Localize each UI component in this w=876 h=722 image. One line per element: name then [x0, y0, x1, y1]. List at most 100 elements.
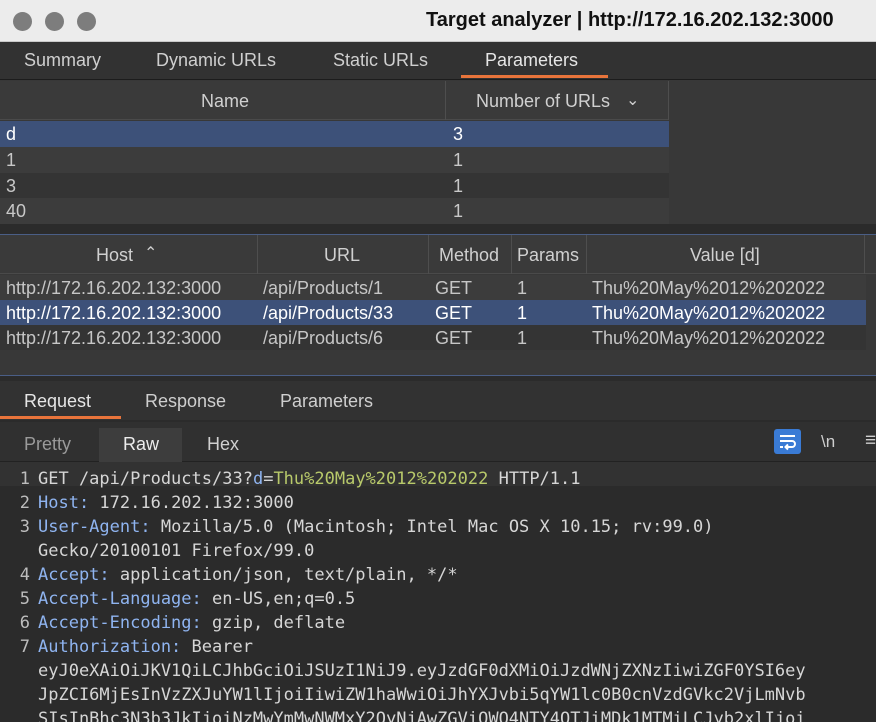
- header-line-wrapped: eyJ0eXAiOiJKV1QiLCJhbGciOiJSUzI1NiJ9.eyJ…: [38, 661, 806, 681]
- column-divider[interactable]: [257, 235, 258, 274]
- tab-dynamic-urls[interactable]: Dynamic URLs: [156, 50, 276, 71]
- column-divider[interactable]: [445, 81, 446, 120]
- detail-tab-bar: Request Response Parameters: [0, 381, 876, 420]
- table-row[interactable]: http://172.16.202.132:3000 /api/Products…: [0, 300, 866, 325]
- column-header-number-of-urls[interactable]: Number of URLs: [476, 91, 610, 112]
- column-header-method[interactable]: Method: [439, 245, 499, 266]
- line-number: 2: [19, 493, 30, 513]
- params-cell: 1: [517, 303, 528, 323]
- header-name: Host:: [38, 493, 90, 513]
- header-name: Accept:: [38, 565, 110, 585]
- param-name-cell: 3: [6, 176, 17, 196]
- method-cell: GET: [435, 328, 473, 348]
- param-name-cell: d: [6, 124, 17, 144]
- window-titlebar: Target analyzer | http://172.16.202.132:…: [0, 0, 876, 42]
- tab-raw[interactable]: Raw: [123, 434, 159, 455]
- wrap-lines-toggle[interactable]: [774, 429, 801, 454]
- line-number: 1: [19, 469, 30, 489]
- column-header-name[interactable]: Name: [201, 91, 249, 112]
- column-divider[interactable]: [428, 235, 429, 274]
- params-cell: 1: [517, 328, 528, 348]
- tab-parameters[interactable]: Parameters: [485, 50, 578, 71]
- active-tab-indicator: [0, 416, 121, 419]
- zoom-window-button[interactable]: [77, 12, 96, 31]
- header-line-wrapped: Gecko/20100101 Firefox/99.0: [38, 541, 315, 561]
- line-number: 5: [19, 589, 30, 609]
- column-header-host[interactable]: Host: [96, 245, 133, 266]
- header-value: application/json, text/plain, */*: [109, 565, 458, 585]
- line-number: 3: [19, 517, 30, 537]
- table-row[interactable]: d 3: [0, 121, 669, 147]
- column-header-params[interactable]: Params: [517, 245, 579, 266]
- header-name: Authorization:: [38, 637, 182, 657]
- host-cell: http://172.16.202.132:3000: [6, 328, 222, 348]
- column-divider: [668, 81, 669, 120]
- parameters-table-header: Name Number of URLs ⌄: [0, 81, 669, 120]
- chevron-up-icon: ⌃: [144, 245, 158, 262]
- request-editor[interactable]: 1 GET /api/Products/33?d=Thu%20May%2012%…: [0, 462, 876, 722]
- param-name-cell: 40: [6, 201, 27, 221]
- window-title: Target analyzer | http://172.16.202.132:…: [426, 9, 834, 31]
- param-count-cell: 1: [453, 176, 464, 196]
- param-count-cell: 1: [453, 150, 464, 170]
- split-pane-divider[interactable]: [0, 224, 876, 234]
- chevron-down-icon: ⌄: [626, 92, 640, 109]
- tab-response[interactable]: Response: [145, 391, 226, 412]
- header-line: User-Agent: Mozilla/5.0 (Macintosh; Inte…: [38, 517, 714, 537]
- tab-pretty[interactable]: Pretty: [24, 434, 71, 455]
- line-number: 4: [19, 565, 30, 585]
- header-line: Accept-Language: en-US,en;q=0.5: [38, 589, 355, 609]
- table-row[interactable]: http://172.16.202.132:3000 /api/Products…: [0, 275, 866, 300]
- method-cell: GET: [435, 278, 473, 298]
- header-line: Accept: application/json, text/plain, */…: [38, 565, 458, 585]
- param-count-cell: 1: [453, 201, 464, 221]
- tab-request[interactable]: Request: [24, 391, 91, 412]
- url-cell: /api/Products/33: [263, 303, 394, 323]
- header-name: Accept-Language:: [38, 589, 202, 609]
- params-cell: 1: [517, 278, 528, 298]
- table-row[interactable]: 40 1: [0, 198, 669, 224]
- host-cell: http://172.16.202.132:3000: [6, 303, 222, 323]
- host-cell: http://172.16.202.132:3000: [6, 278, 222, 298]
- tab-static-urls[interactable]: Static URLs: [333, 50, 428, 71]
- header-value: en-US,en;q=0.5: [201, 589, 356, 609]
- menu-icon[interactable]: ≡: [865, 430, 876, 452]
- urls-table: Host ⌃ URL Method Params Value [d] http:…: [0, 234, 876, 376]
- value-cell: Thu%20May%2012%202022: [592, 303, 826, 323]
- top-tab-bar: Summary Dynamic URLs Static URLs Paramet…: [0, 42, 876, 80]
- column-divider[interactable]: [864, 235, 865, 274]
- tab-summary[interactable]: Summary: [24, 50, 101, 71]
- header-value: gzip, deflate: [201, 613, 346, 633]
- header-line: Accept-Encoding: gzip, deflate: [38, 613, 345, 633]
- wrap-lines-icon: [780, 435, 796, 451]
- header-value: Bearer: [181, 637, 253, 657]
- minimize-window-button[interactable]: [45, 12, 64, 31]
- url-cell: /api/Products/6: [263, 328, 384, 348]
- request-method-path: GET /api/Products/33?: [38, 469, 253, 489]
- column-header-value[interactable]: Value [d]: [690, 245, 760, 266]
- query-equals: =: [263, 469, 274, 489]
- tab-parameters-detail[interactable]: Parameters: [280, 391, 373, 412]
- table-row[interactable]: 1 1: [0, 147, 669, 173]
- urls-table-header: Host ⌃ URL Method Params Value [d]: [0, 235, 876, 274]
- line-number: 6: [19, 613, 30, 633]
- table-row[interactable]: http://172.16.202.132:3000 /api/Products…: [0, 325, 866, 350]
- table-row[interactable]: 3 1: [0, 173, 669, 199]
- line-number: 7: [19, 637, 30, 657]
- header-line-wrapped: SIsInBhc3N3b3JkIjoiNzMwYmMwNWMxY2QyNjAwZ…: [38, 709, 806, 722]
- close-window-button[interactable]: [13, 12, 32, 31]
- column-header-url[interactable]: URL: [324, 245, 360, 266]
- value-cell: Thu%20May%2012%202022: [592, 278, 826, 298]
- value-cell: Thu%20May%2012%202022: [592, 328, 826, 348]
- header-line-wrapped: JpZCI6MjEsInVzZXJuYW1lIjoiIiwiZW1haWwiOi…: [38, 685, 806, 705]
- query-param-value: Thu%20May%2012%202022: [273, 469, 489, 489]
- column-divider[interactable]: [586, 235, 587, 274]
- column-divider[interactable]: [511, 235, 512, 274]
- param-name-cell: 1: [6, 150, 17, 170]
- show-newlines-toggle[interactable]: \n: [821, 432, 835, 452]
- header-line: Host: 172.16.202.132:3000: [38, 493, 294, 513]
- header-value: Mozilla/5.0 (Macintosh; Intel Mac OS X 1…: [150, 517, 714, 537]
- tab-hex[interactable]: Hex: [207, 434, 239, 455]
- url-cell: /api/Products/1: [263, 278, 384, 298]
- http-version: HTTP/1.1: [488, 469, 581, 489]
